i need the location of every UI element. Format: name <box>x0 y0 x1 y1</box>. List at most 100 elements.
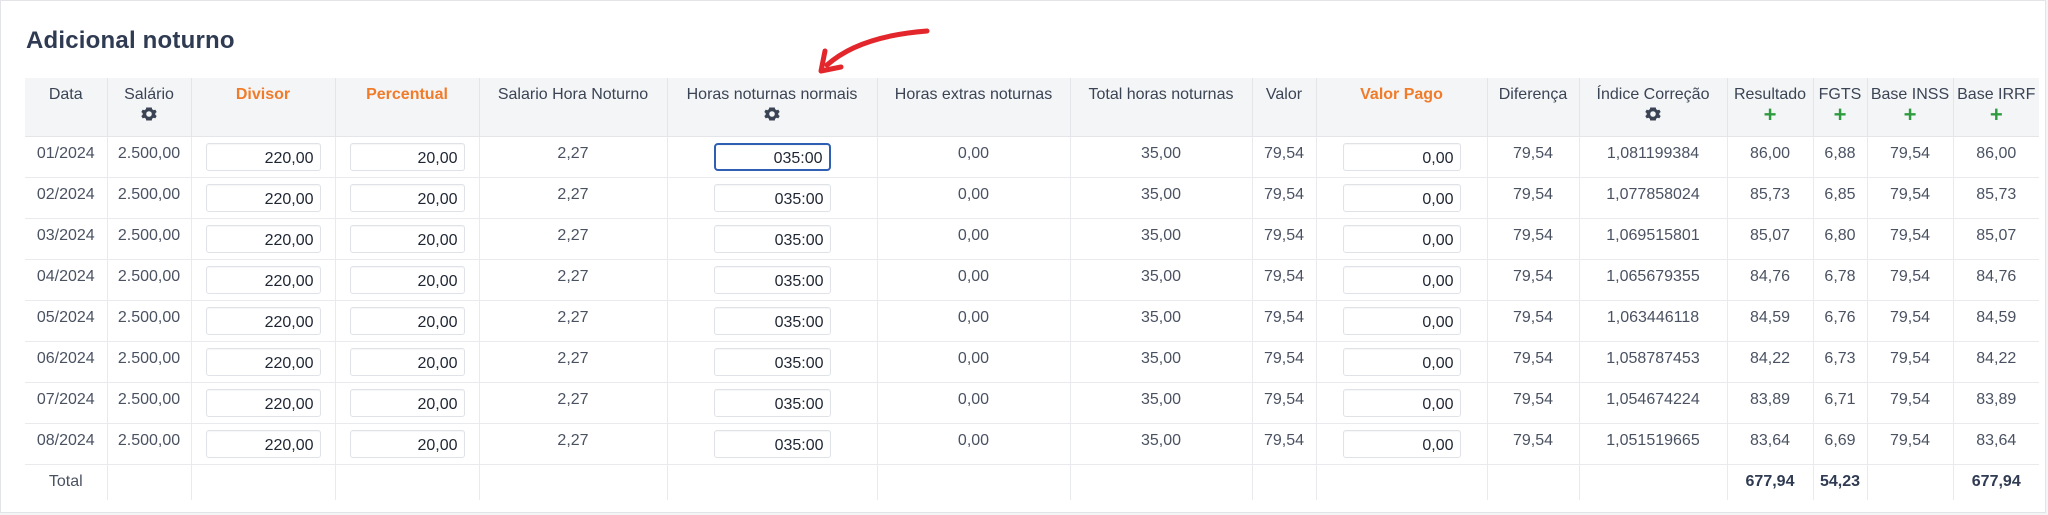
horas-noturnas-normais-input[interactable] <box>713 429 831 458</box>
divisor-input[interactable] <box>205 265 321 294</box>
col-header-salario-hora-noturno: Salario Hora Noturno <box>478 78 667 137</box>
cell-fgts: 6,73 <box>1812 341 1867 383</box>
cell-base-irrf: 84,76 <box>1952 259 2039 301</box>
col-header-diferenca: Diferença <box>1486 78 1579 137</box>
cell-horas-extras-noturnas: 0,00 <box>876 341 1070 383</box>
cell-fgts: 6,85 <box>1812 177 1867 219</box>
horas-noturnas-normais-input[interactable] <box>713 347 831 376</box>
horas-noturnas-normais-input[interactable] <box>713 224 831 253</box>
cell-salario: 2.500,00 <box>106 341 191 383</box>
cell-fgts: 6,78 <box>1812 259 1867 301</box>
valor-pago-input[interactable] <box>1342 142 1461 171</box>
gear-icon[interactable] <box>141 106 157 122</box>
horas-noturnas-normais-input[interactable] <box>713 183 831 212</box>
gear-icon[interactable] <box>764 106 780 122</box>
divisor-input[interactable] <box>205 306 321 335</box>
cell-diferenca: 79,54 <box>1486 341 1579 383</box>
cell-valor: 79,54 <box>1251 136 1316 178</box>
cell-fgts: 6,71 <box>1812 382 1867 424</box>
cell-base-inss: 79,54 <box>1866 177 1953 219</box>
divisor-input[interactable] <box>205 142 321 171</box>
percentual-input[interactable] <box>349 388 465 417</box>
cell-salario: 2.500,00 <box>106 259 191 301</box>
cell-horas-noturnas-normais <box>666 382 877 424</box>
cell-diferenca: 79,54 <box>1486 423 1579 465</box>
cell-diferenca: 79,54 <box>1486 259 1579 301</box>
col-header-base-inss-label: Base INSS <box>1870 86 1950 103</box>
plus-icon[interactable]: + <box>1904 104 1917 126</box>
cell-base-irrf: 85,73 <box>1952 177 2039 219</box>
cell-resultado: 83,64 <box>1726 423 1813 465</box>
horas-noturnas-normais-input[interactable] <box>713 265 831 294</box>
cell-divisor <box>190 177 335 219</box>
cell-data: 04/2024 <box>25 259 107 301</box>
cell-horas-extras-noturnas: 0,00 <box>876 218 1070 260</box>
cell-resultado: 86,00 <box>1726 136 1813 178</box>
percentual-input[interactable] <box>349 224 465 253</box>
divisor-input[interactable] <box>205 224 321 253</box>
cell-horas-noturnas-normais <box>666 423 877 465</box>
plus-icon[interactable]: + <box>1990 104 2003 126</box>
valor-pago-input[interactable] <box>1342 183 1461 212</box>
cell-salario: 2.500,00 <box>106 423 191 465</box>
footer-empty <box>334 464 479 500</box>
divisor-input[interactable] <box>205 347 321 376</box>
horas-noturnas-normais-input[interactable] <box>713 142 831 171</box>
horas-noturnas-normais-input[interactable] <box>713 306 831 335</box>
cell-base-inss: 79,54 <box>1866 341 1953 383</box>
cell-data: 01/2024 <box>25 136 107 178</box>
cell-indice-correcao: 1,063446118 <box>1578 300 1727 342</box>
col-header-resultado: Resultado + <box>1726 78 1813 137</box>
percentual-input[interactable] <box>349 142 465 171</box>
col-header-fgts-label: FGTS <box>1818 86 1862 103</box>
col-header-valor-pago: Valor Pago <box>1315 78 1487 137</box>
cell-data: 06/2024 <box>25 341 107 383</box>
plus-icon[interactable]: + <box>1764 104 1777 126</box>
cell-base-irrf: 85,07 <box>1952 218 2039 260</box>
cell-valor: 79,54 <box>1251 218 1316 260</box>
page-title: Adicional noturno <box>26 27 235 54</box>
cell-percentual <box>334 218 479 260</box>
footer-total-fgts: 54,23 <box>1812 464 1867 500</box>
valor-pago-input[interactable] <box>1342 306 1461 335</box>
percentual-input[interactable] <box>349 347 465 376</box>
cell-salario-hora-noturno: 2,27 <box>478 177 667 219</box>
valor-pago-input[interactable] <box>1342 388 1461 417</box>
red-arrow-icon <box>818 28 930 74</box>
table-row: 08/2024 2.500,00 2,27 0,00 35,00 79,54 7… <box>25 423 2039 465</box>
valor-pago-input[interactable] <box>1342 265 1461 294</box>
divisor-input[interactable] <box>205 388 321 417</box>
valor-pago-input[interactable] <box>1342 224 1461 253</box>
cell-salario: 2.500,00 <box>106 136 191 178</box>
divisor-input[interactable] <box>205 429 321 458</box>
cell-resultado: 84,59 <box>1726 300 1813 342</box>
percentual-input[interactable] <box>349 265 465 294</box>
divisor-input[interactable] <box>205 183 321 212</box>
footer-empty <box>1486 464 1579 500</box>
cell-percentual <box>334 259 479 301</box>
cell-resultado: 84,22 <box>1726 341 1813 383</box>
percentual-input[interactable] <box>349 429 465 458</box>
cell-divisor <box>190 136 335 178</box>
col-header-base-irrf-label: Base IRRF <box>1957 86 2036 103</box>
cell-indice-correcao: 1,054674224 <box>1578 382 1727 424</box>
cell-salario: 2.500,00 <box>106 300 191 342</box>
cell-fgts: 6,80 <box>1812 218 1867 260</box>
percentual-input[interactable] <box>349 306 465 335</box>
footer-empty <box>666 464 877 500</box>
col-header-base-inss: Base INSS + <box>1866 78 1953 137</box>
cell-valor-pago <box>1315 136 1487 178</box>
cell-total-horas-noturnas: 35,00 <box>1069 136 1252 178</box>
gear-icon[interactable] <box>1645 106 1661 122</box>
valor-pago-input[interactable] <box>1342 347 1461 376</box>
cell-resultado: 84,76 <box>1726 259 1813 301</box>
horas-noturnas-normais-input[interactable] <box>713 388 831 417</box>
cell-salario-hora-noturno: 2,27 <box>478 382 667 424</box>
percentual-input[interactable] <box>349 183 465 212</box>
plus-icon[interactable]: + <box>1834 104 1847 126</box>
cell-resultado: 85,73 <box>1726 177 1813 219</box>
cell-salario-hora-noturno: 2,27 <box>478 218 667 260</box>
cell-valor-pago <box>1315 423 1487 465</box>
valor-pago-input[interactable] <box>1342 429 1461 458</box>
cell-percentual <box>334 382 479 424</box>
